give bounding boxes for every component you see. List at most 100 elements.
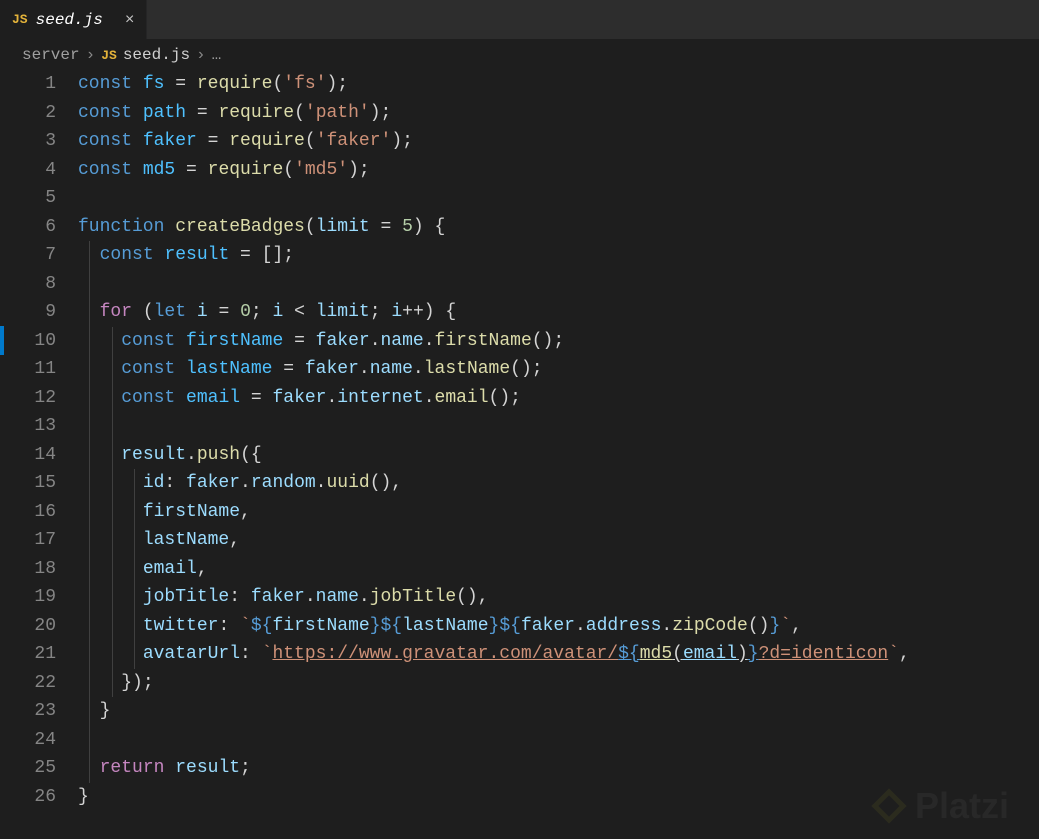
token-string: `: [240, 616, 251, 636]
token-op: =: [208, 302, 240, 322]
token-var: email: [683, 644, 737, 664]
code-line[interactable]: }: [78, 697, 1039, 726]
line-number: 6: [0, 213, 56, 242]
token-punct: .: [240, 473, 251, 493]
token-string: 'path': [305, 103, 370, 123]
token-punct: (),: [456, 587, 488, 607]
code-line[interactable]: email,: [78, 555, 1039, 584]
code-line[interactable]: for (let i = 0; i < limit; i++) {: [78, 298, 1039, 327]
code-line[interactable]: firstName,: [78, 498, 1039, 527]
code-line[interactable]: [78, 184, 1039, 213]
code-line[interactable]: const lastName = faker.name.lastName();: [78, 355, 1039, 384]
token-interp: ${: [499, 616, 521, 636]
token-var: lastName: [402, 616, 488, 636]
token-punct: ();: [489, 388, 521, 408]
code-line[interactable]: [78, 726, 1039, 755]
token-var: faker: [521, 616, 575, 636]
token-keyword: function: [78, 217, 164, 237]
token-punct: ,: [899, 644, 910, 664]
code-line[interactable]: function createBadges(limit = 5) {: [78, 213, 1039, 242]
token-punct: .: [424, 331, 435, 351]
code-line[interactable]: twitter: `${firstName}${lastName}${faker…: [78, 612, 1039, 641]
code-line[interactable]: const fs = require('fs');: [78, 70, 1039, 99]
code-line[interactable]: const path = require('path');: [78, 99, 1039, 128]
token-var: faker: [305, 359, 359, 379]
token-punct: ;: [251, 302, 273, 322]
token-punct: .: [316, 473, 327, 493]
token-fn: require: [229, 131, 305, 151]
js-icon: JS: [12, 12, 28, 27]
token-string: 'faker': [316, 131, 392, 151]
token-prop: random: [251, 473, 316, 493]
token-var: fs: [143, 74, 165, 94]
token-punct: ({: [240, 445, 262, 465]
token-prop: avatarUrl: [143, 644, 240, 664]
token-fn: require: [218, 103, 294, 123]
token-fn: md5: [640, 644, 672, 664]
token-punct: ;: [240, 758, 251, 778]
chevron-right-icon: ›: [86, 46, 96, 64]
token-fn: uuid: [326, 473, 369, 493]
token-punct: ,: [791, 616, 802, 636]
code-line[interactable]: jobTitle: faker.name.jobTitle(),: [78, 583, 1039, 612]
js-icon: JS: [101, 48, 117, 63]
line-number: 5: [0, 184, 56, 213]
code-line[interactable]: });: [78, 669, 1039, 698]
breadcrumb-file[interactable]: seed.js: [123, 46, 190, 64]
token-var: lastName: [186, 359, 272, 379]
code-line[interactable]: const email = faker.internet.email();: [78, 384, 1039, 413]
breadcrumb-symbol[interactable]: …: [212, 46, 222, 64]
token-punct: :: [240, 644, 262, 664]
code-area[interactable]: const fs = require('fs'); const path = r…: [78, 70, 1039, 811]
token-punct: .: [359, 359, 370, 379]
token-punct: (),: [370, 473, 402, 493]
token-string: 'md5': [294, 160, 348, 180]
token-op: <: [283, 302, 315, 322]
token-punct: );: [348, 160, 370, 180]
token-punct: .: [370, 331, 381, 351]
token-prop: name: [316, 587, 359, 607]
code-line[interactable]: return result;: [78, 754, 1039, 783]
breadcrumb[interactable]: server › JS seed.js › …: [0, 40, 1039, 70]
token-op: = [];: [229, 245, 294, 265]
code-line[interactable]: [78, 270, 1039, 299]
token-var: i: [272, 302, 283, 322]
code-line[interactable]: const firstName = faker.name.firstName()…: [78, 327, 1039, 356]
line-gutter: 1 2 3 4 5 6 7 8 9 10 11 12 13 14 15 16 1…: [0, 70, 78, 811]
token-punct: );: [327, 74, 349, 94]
code-line[interactable]: const faker = require('faker');: [78, 127, 1039, 156]
token-var: firstName: [186, 331, 283, 351]
token-op: =: [272, 359, 304, 379]
token-keyword: const: [100, 245, 154, 265]
token-keyword: let: [154, 302, 186, 322]
token-number: 5: [402, 217, 413, 237]
tab-seed-js[interactable]: JS seed.js ×: [0, 0, 147, 39]
code-line[interactable]: id: faker.random.uuid(),: [78, 469, 1039, 498]
token-interp: }: [769, 616, 780, 636]
breadcrumb-folder[interactable]: server: [22, 46, 80, 64]
code-line[interactable]: const result = [];: [78, 241, 1039, 270]
line-number: 18: [0, 555, 56, 584]
code-line[interactable]: avatarUrl: `https://www.gravatar.com/ava…: [78, 640, 1039, 669]
code-line[interactable]: [78, 412, 1039, 441]
token-number: 0: [240, 302, 251, 322]
code-line[interactable]: lastName,: [78, 526, 1039, 555]
token-op: =: [164, 74, 196, 94]
token-punct: }: [78, 787, 89, 807]
token-op: =: [283, 331, 315, 351]
code-line[interactable]: }: [78, 783, 1039, 812]
token-keyword: const: [121, 388, 175, 408]
token-fn: jobTitle: [370, 587, 456, 607]
token-punct: :: [164, 473, 186, 493]
code-line[interactable]: const md5 = require('md5');: [78, 156, 1039, 185]
code-editor[interactable]: 1 2 3 4 5 6 7 8 9 10 11 12 13 14 15 16 1…: [0, 70, 1039, 811]
token-string: `: [262, 644, 273, 664]
token-fn: email: [435, 388, 489, 408]
token-punct: ,: [197, 559, 208, 579]
token-var: i: [391, 302, 402, 322]
code-line[interactable]: result.push({: [78, 441, 1039, 470]
close-icon[interactable]: ×: [125, 11, 135, 29]
token-keyword: const: [78, 74, 132, 94]
token-keyword: const: [78, 131, 132, 151]
line-number: 23: [0, 697, 56, 726]
